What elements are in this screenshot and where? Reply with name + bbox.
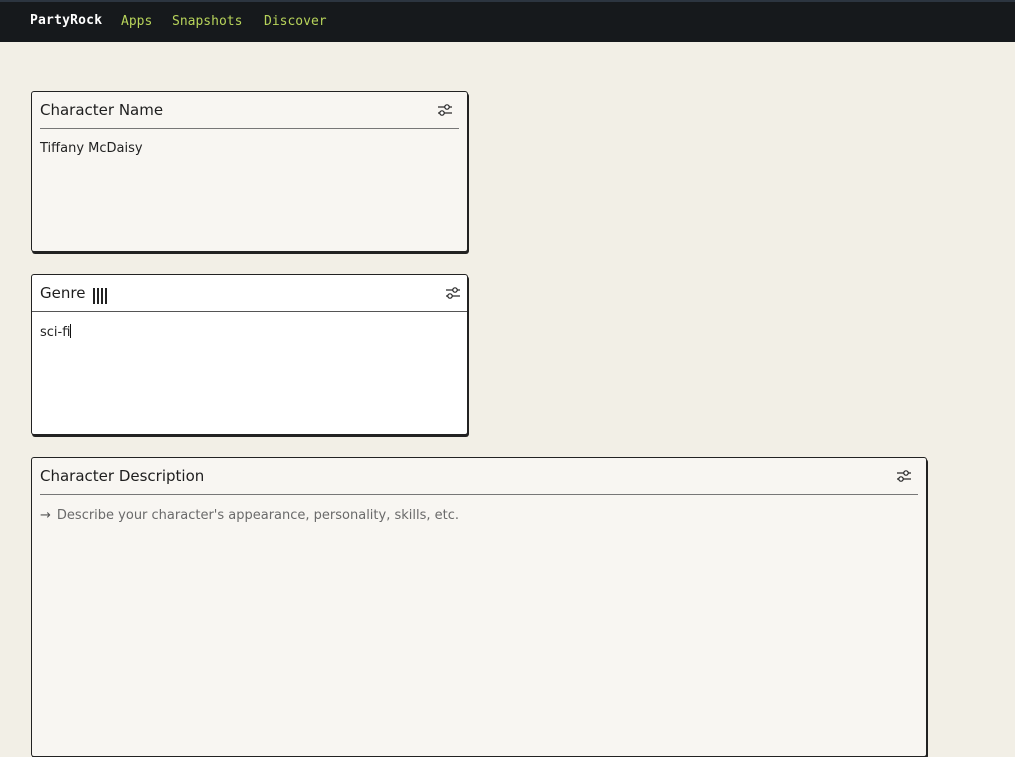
arrow-right-icon: → xyxy=(40,508,51,523)
widget-header: Character Name xyxy=(40,92,459,129)
widget-header: Character Description xyxy=(40,458,918,495)
nav-link-discover[interactable]: Discover xyxy=(264,14,327,29)
genre-input[interactable]: sci-fi xyxy=(40,324,72,340)
sliders-icon[interactable] xyxy=(445,286,461,300)
drag-handle-icon[interactable] xyxy=(93,288,107,304)
character-description-placeholder: Describe your character's appearance, pe… xyxy=(56,508,460,523)
top-nav-bar: PartyRock Apps Snapshots Discover xyxy=(0,0,1015,42)
widget-title: Character Description xyxy=(40,467,205,485)
nav-link-snapshots[interactable]: Snapshots xyxy=(172,14,242,29)
sliders-icon[interactable] xyxy=(437,103,453,117)
widget-header: Genre xyxy=(32,275,467,312)
widget-title: Character Name xyxy=(40,101,164,119)
widget-title: Genre xyxy=(40,284,86,302)
text-cursor xyxy=(70,324,72,338)
character-name-input[interactable]: Tiffany McDaisy xyxy=(40,141,143,156)
brand-logo-link[interactable]: PartyRock xyxy=(30,13,102,28)
widget-character-name[interactable]: Character Name Tiffany McDaisy xyxy=(31,91,468,252)
widget-genre[interactable]: Genre sci-fi xyxy=(31,274,468,435)
widget-character-description[interactable]: Character Description → Describe your cha… xyxy=(31,457,927,757)
character-name-value: Tiffany McDaisy xyxy=(40,141,143,156)
genre-value: sci-fi xyxy=(40,325,71,340)
character-description-input[interactable]: → Describe your character's appearance, p… xyxy=(40,508,459,523)
sliders-icon[interactable] xyxy=(896,469,912,483)
nav-link-apps[interactable]: Apps xyxy=(121,14,152,29)
